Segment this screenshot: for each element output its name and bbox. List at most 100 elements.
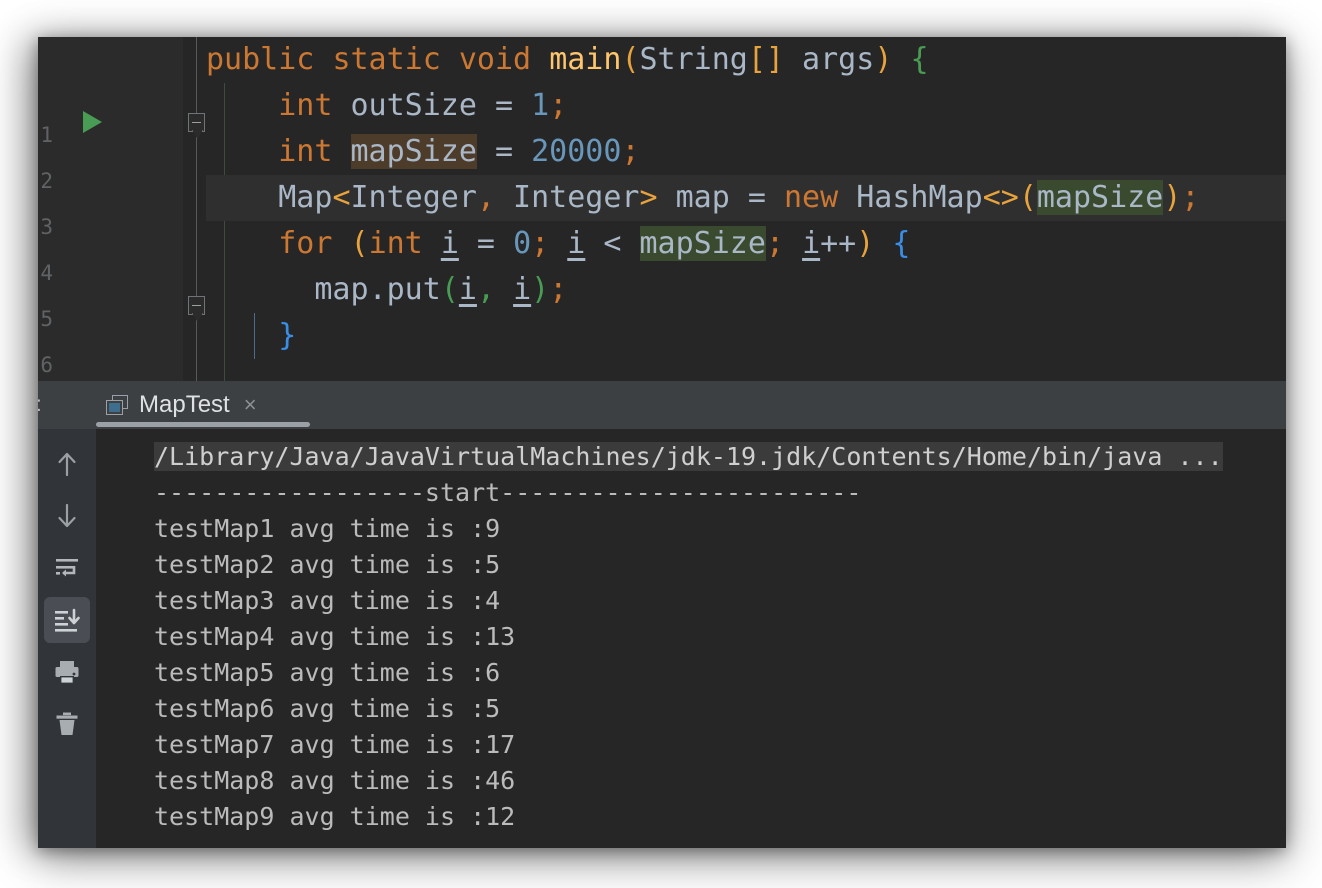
code-token: Map (278, 180, 333, 215)
console-output-line[interactable]: ------------------start-----------------… (96, 475, 1286, 511)
code-token: ; (549, 88, 568, 123)
line-outsize[interactable]: int outSize = 1; (206, 83, 1286, 129)
line-for-close[interactable]: } (206, 313, 1286, 359)
console-output-line[interactable]: /Library/Java/JavaVirtualMachines/jdk-19… (96, 439, 1286, 475)
code-token: ; (621, 134, 640, 169)
line-number: 6 (40, 353, 53, 377)
editor-gutter[interactable]: 1 2 3 4 5 6 (38, 37, 183, 381)
code-token: 0 (513, 226, 532, 261)
code-token: outSize (332, 88, 495, 123)
close-icon[interactable]: × (244, 394, 257, 416)
code-token: = (747, 180, 766, 215)
code-token: map (657, 180, 748, 215)
line-for[interactable]: for (int i = 0; i < mapSize; i++) { (206, 221, 1286, 267)
code-token: ) (1163, 180, 1182, 215)
code-token: ) (874, 42, 893, 77)
run-panel-label: t: (38, 393, 42, 417)
console-output-line[interactable]: testMap7 avg time is :17 (96, 727, 1286, 763)
console-line-text: testMap6 avg time is :5 (154, 694, 501, 723)
console-header-bar: t: MapTest × (38, 381, 1286, 429)
code-token: Integer (350, 180, 477, 215)
active-tab-indicator (96, 422, 310, 427)
code-token: ; (531, 226, 550, 261)
scroll-to-end-icon[interactable] (44, 597, 90, 643)
line-mapsize[interactable]: int mapSize = 20000; (206, 129, 1286, 175)
code-editor-pane[interactable]: 1 2 3 4 5 6 public static void main(Stri… (38, 37, 1286, 381)
code-text-area[interactable]: public static void main(String[] args) {… (206, 37, 1286, 381)
code-token: map (314, 272, 369, 307)
code-token: ; (1181, 180, 1200, 215)
soft-wrap-icon[interactable] (44, 545, 90, 591)
code-token: 20000 (531, 134, 622, 169)
console-output-line[interactable]: testMap9 avg time is :12 (96, 799, 1286, 835)
code-token: , (476, 180, 495, 215)
ide-window: 1 2 3 4 5 6 public static void main(Stri… (38, 37, 1286, 848)
console-output-line[interactable]: testMap3 avg time is :4 (96, 583, 1286, 619)
fold-marker-method[interactable] (188, 113, 205, 132)
code-token: i (567, 226, 586, 261)
down-arrow-icon[interactable] (44, 493, 90, 539)
console-output-line[interactable]: testMap5 avg time is :6 (96, 655, 1286, 691)
console-output-line[interactable]: testMap1 avg time is :9 (96, 511, 1286, 547)
code-token: mapSize (639, 226, 766, 261)
line-number: 5 (40, 307, 53, 331)
code-token: .put (368, 272, 441, 307)
code-token: 1 (531, 88, 550, 123)
code-token: <> (982, 180, 1019, 215)
console-output-line[interactable]: testMap8 avg time is :46 (96, 763, 1286, 799)
code-token: ( (621, 42, 640, 77)
line-main-signature[interactable]: public static void main(String[] args) { (206, 37, 1286, 83)
console-output-line[interactable]: testMap6 avg time is :5 (96, 691, 1286, 727)
code-token: ) (531, 272, 550, 307)
code-token: void (458, 42, 532, 77)
code-token: } (278, 318, 297, 353)
code-token: ; (549, 272, 568, 307)
code-token: int (368, 226, 423, 261)
console-line-text: testMap9 avg time is :12 (154, 802, 516, 831)
code-token: mapSize (1036, 180, 1164, 215)
code-token: i (513, 272, 532, 307)
code-token: = (495, 134, 514, 169)
up-arrow-icon[interactable] (44, 441, 90, 487)
console-output-line[interactable]: testMap4 avg time is :13 (96, 619, 1286, 655)
code-token: main (549, 42, 622, 77)
trash-icon[interactable] (44, 701, 90, 747)
line-number: 1 (40, 123, 53, 147)
line-number (38, 66, 53, 112)
code-token: int (278, 88, 333, 123)
line-map-decl[interactable]: Map<Integer, Integer> map = new HashMap<… (206, 175, 1286, 221)
code-token: i (440, 226, 459, 261)
console-body: /Library/Java/JavaVirtualMachines/jdk-19… (38, 429, 1286, 848)
desktop-backdrop: 1 2 3 4 5 6 public static void main(Stri… (0, 0, 1322, 888)
code-token: for (278, 226, 333, 261)
code-token: mapSize (350, 134, 477, 169)
console-line-text: testMap1 avg time is :9 (154, 514, 501, 543)
console-toolbar[interactable] (38, 429, 96, 848)
fold-marker-for[interactable] (188, 296, 205, 315)
code-token: ( (1018, 180, 1037, 215)
code-token: ( (440, 272, 459, 307)
line-map-put[interactable]: map.put(i, i); (206, 267, 1286, 313)
console-output-text[interactable]: /Library/Java/JavaVirtualMachines/jdk-19… (96, 429, 1286, 848)
code-token: args (784, 42, 875, 77)
print-icon[interactable] (44, 649, 90, 695)
line-number-column: 1 2 3 4 5 6 (38, 37, 53, 381)
run-gutter-icon[interactable] (83, 111, 102, 133)
console-output-line[interactable]: testMap2 avg time is :5 (96, 547, 1286, 583)
